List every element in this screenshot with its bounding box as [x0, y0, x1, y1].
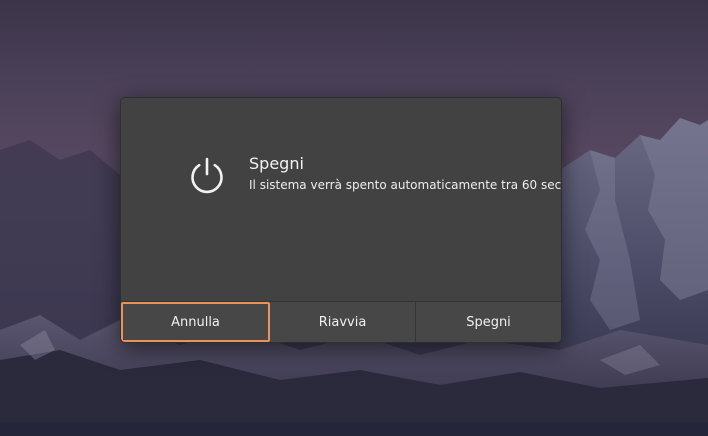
dialog-message: Il sistema verrà spento automaticamente … [249, 178, 562, 192]
dialog-title: Spegni [249, 154, 304, 173]
dialog-body: Spegni Il sistema verrà spento automatic… [121, 98, 561, 301]
shutdown-button[interactable]: Spegni [416, 302, 561, 342]
dialog-button-bar: Annulla Riavvia Spegni [121, 301, 561, 342]
restart-button[interactable]: Riavvia [270, 302, 416, 342]
power-icon [191, 157, 223, 194]
end-session-dialog: Spegni Il sistema verrà spento automatic… [120, 97, 562, 343]
desktop-background: Spegni Il sistema verrà spento automatic… [0, 0, 708, 436]
cancel-button[interactable]: Annulla [121, 302, 270, 342]
